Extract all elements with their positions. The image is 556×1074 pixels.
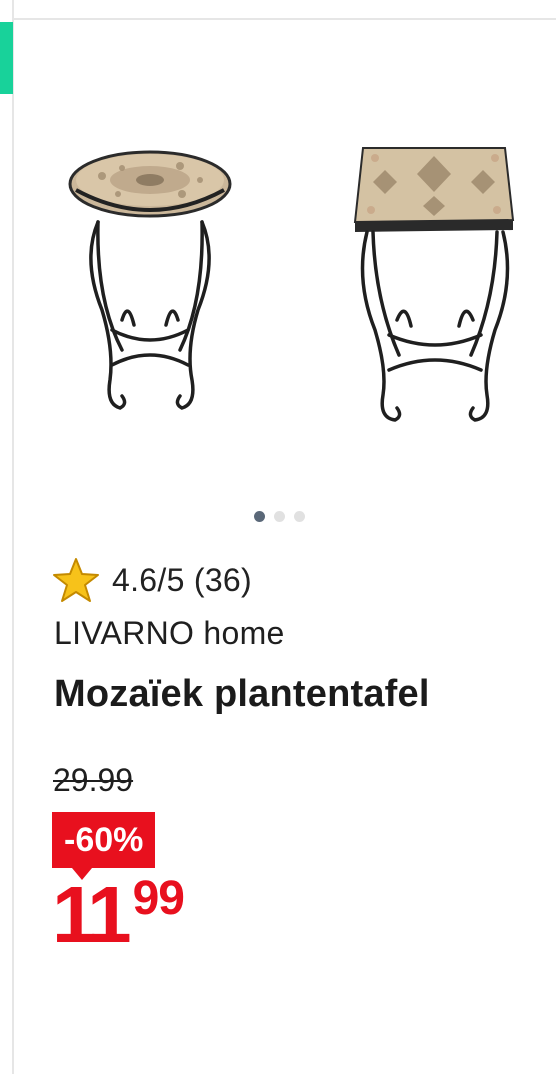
top-divider [14, 18, 556, 20]
square-mosaic-table-image[interactable] [345, 140, 530, 425]
pagination-dot-3[interactable] [294, 511, 305, 522]
original-price: 29.99 [53, 762, 134, 798]
price-integer: 11 [52, 870, 132, 959]
round-mosaic-table-image[interactable] [62, 150, 242, 420]
star-icon [53, 558, 99, 602]
product-title[interactable]: Mozaïek plantentafel [54, 673, 430, 716]
product-brand: LIVARNO home [54, 615, 285, 651]
accent-indicator [0, 22, 13, 94]
sale-price: 11 99 [52, 870, 185, 959]
rating-text: 4.6/5 (36) [112, 561, 252, 598]
price-decimal: 99 [132, 872, 185, 925]
pagination-dot-1[interactable] [254, 511, 265, 522]
left-divider [12, 0, 14, 1074]
pagination-dot-2[interactable] [274, 511, 285, 522]
discount-badge: -60% [52, 812, 156, 880]
product-rating[interactable]: 4.6/5 (36) [52, 556, 252, 604]
gallery-pagination[interactable] [254, 511, 305, 522]
